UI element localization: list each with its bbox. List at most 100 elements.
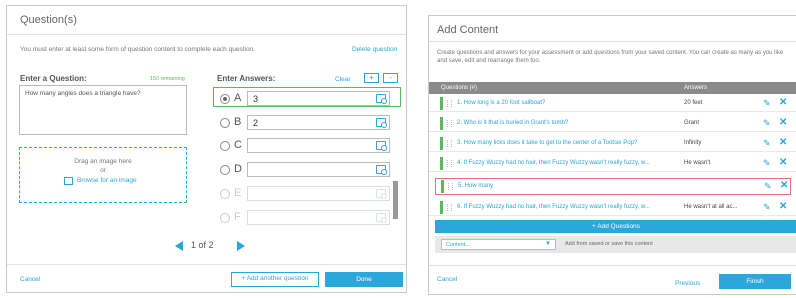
table-row[interactable]: 2. Who is it that is buried in Grant's t… bbox=[429, 116, 796, 132]
image-drop-zone[interactable]: Drag an image here or Browse for an imag… bbox=[19, 147, 187, 203]
answers-scrollbar[interactable] bbox=[393, 181, 398, 219]
add-another-question-button[interactable]: + Add another question bbox=[231, 272, 319, 287]
drag-handle-icon[interactable] bbox=[448, 183, 453, 190]
edit-icon[interactable]: ✎ bbox=[763, 138, 771, 149]
drag-handle-icon[interactable] bbox=[447, 140, 452, 147]
answer-radio[interactable] bbox=[220, 141, 230, 151]
drag-handle-icon[interactable] bbox=[447, 100, 452, 107]
answer-input[interactable] bbox=[247, 186, 390, 201]
drag-handle-icon[interactable] bbox=[447, 204, 452, 211]
finish-button[interactable]: Finish bbox=[719, 274, 791, 289]
delete-question-link[interactable]: Delete question bbox=[352, 46, 397, 53]
row-answer: He wasn't bbox=[684, 160, 711, 166]
delete-icon[interactable]: ✕ bbox=[780, 180, 788, 191]
col-questions: Questions (#) bbox=[441, 85, 478, 91]
row-question[interactable]: 6. If Fuzzy Wuzzy had no hair, then Fuzz… bbox=[457, 204, 650, 210]
cancel-link[interactable]: Cancel bbox=[437, 276, 457, 283]
row-status-bar bbox=[440, 97, 443, 110]
answer-letter: E bbox=[234, 187, 242, 199]
add-image-icon[interactable] bbox=[376, 141, 387, 151]
question-textarea[interactable]: How many angles does a triangle have? bbox=[19, 85, 187, 135]
row-status-bar bbox=[441, 180, 444, 193]
edit-icon[interactable]: ✎ bbox=[763, 118, 771, 129]
row-status-bar bbox=[440, 157, 443, 170]
edit-icon[interactable]: ✎ bbox=[763, 202, 771, 213]
or-text: or bbox=[100, 167, 106, 174]
chevron-down-icon: ▼ bbox=[545, 241, 551, 247]
table-row[interactable]: 1. How long is a 20 foot sailboat? 20 fee… bbox=[429, 96, 796, 112]
divider bbox=[429, 41, 796, 42]
clear-answers-link[interactable]: Clear bbox=[335, 76, 351, 83]
add-questions-button[interactable]: + Add Questions bbox=[435, 220, 796, 233]
edit-icon[interactable]: ✎ bbox=[764, 181, 772, 192]
answer-letter: B bbox=[234, 116, 242, 128]
add-image-icon[interactable] bbox=[376, 118, 387, 128]
drag-handle-icon[interactable] bbox=[447, 120, 452, 127]
row-question[interactable]: 5. How many bbox=[458, 183, 493, 189]
prev-page-icon[interactable] bbox=[175, 241, 183, 251]
delete-icon[interactable]: ✕ bbox=[779, 137, 787, 148]
delete-icon[interactable]: ✕ bbox=[779, 157, 787, 168]
divider bbox=[429, 265, 796, 266]
drag-handle-icon[interactable] bbox=[447, 160, 452, 167]
answer-input[interactable] bbox=[247, 138, 390, 153]
answer-radio[interactable] bbox=[220, 94, 230, 104]
enter-question-label: Enter a Question: bbox=[20, 74, 87, 83]
done-button[interactable]: Done bbox=[325, 272, 403, 287]
table-row[interactable]: 6. If Fuzzy Wuzzy had no hair, then Fuzz… bbox=[429, 200, 796, 216]
answer-letter: D bbox=[234, 163, 242, 175]
remaining-count: 150 remaining bbox=[150, 76, 185, 82]
delete-icon[interactable]: ✕ bbox=[779, 117, 787, 128]
add-image-icon[interactable] bbox=[376, 213, 387, 223]
add-image-icon[interactable] bbox=[376, 94, 387, 104]
edit-icon[interactable]: ✎ bbox=[763, 98, 771, 109]
previous-link[interactable]: Previous bbox=[675, 280, 700, 287]
add-answer-button[interactable]: + bbox=[364, 73, 379, 83]
answer-input[interactable]: 3 bbox=[247, 91, 390, 106]
enter-answers-label: Enter Answers: bbox=[217, 74, 276, 83]
browse-image-link[interactable]: Browse for an image bbox=[77, 177, 137, 184]
add-from-saved-text: Add from saved or save this content bbox=[565, 241, 653, 247]
table-row[interactable]: 3. How many licks does it take to get to… bbox=[429, 136, 796, 152]
answer-letter: F bbox=[234, 211, 241, 223]
panel-title: Add Content bbox=[437, 24, 499, 36]
delete-icon[interactable]: ✕ bbox=[779, 201, 787, 212]
divider bbox=[7, 264, 406, 265]
row-question[interactable]: 1. How long is a 20 foot sailboat? bbox=[457, 100, 545, 106]
image-icon bbox=[64, 177, 73, 185]
row-question[interactable]: 4. If Fuzzy Wuzzy had no hair, then Fuzz… bbox=[457, 160, 650, 166]
answer-input[interactable] bbox=[247, 162, 390, 177]
row-question[interactable]: 2. Who is it that is buried in Grant's t… bbox=[457, 120, 568, 126]
answer-letter: A bbox=[234, 92, 242, 104]
next-page-icon[interactable] bbox=[237, 241, 245, 251]
edit-icon[interactable]: ✎ bbox=[763, 158, 771, 169]
answer-letter: C bbox=[234, 139, 242, 151]
question-editor-panel: Question(s) You must enter at least some… bbox=[6, 5, 407, 293]
add-image-icon[interactable] bbox=[376, 165, 387, 175]
delete-icon[interactable]: ✕ bbox=[779, 97, 787, 108]
page-total: 2 bbox=[208, 240, 214, 250]
content-select[interactable]: Content... ▼ bbox=[441, 239, 556, 250]
row-answer: He wasn't at all ac... bbox=[684, 204, 738, 210]
row-question[interactable]: 3. How many licks does it take to get to… bbox=[457, 140, 637, 146]
content-select-value: Content... bbox=[446, 242, 470, 248]
cancel-link[interactable]: Cancel bbox=[20, 276, 40, 283]
answer-value: 3 bbox=[253, 94, 259, 104]
table-row[interactable]: 4. If Fuzzy Wuzzy had no hair, then Fuzz… bbox=[429, 156, 796, 172]
instructions-text: You must enter at least some form of que… bbox=[20, 46, 255, 53]
answer-radio[interactable] bbox=[220, 165, 230, 175]
add-image-icon[interactable] bbox=[376, 189, 387, 199]
table-row[interactable]: 5. How many ✎ ✕ bbox=[435, 178, 791, 195]
answer-radio[interactable] bbox=[220, 213, 230, 223]
answer-radio[interactable] bbox=[220, 118, 230, 128]
table-header: Questions (#) Answers bbox=[429, 82, 796, 94]
answer-value: 2 bbox=[253, 118, 259, 128]
page-of: of bbox=[198, 240, 207, 250]
answer-input[interactable]: 2 bbox=[247, 115, 390, 130]
row-answer: 20 feet bbox=[684, 100, 703, 106]
row-status-bar bbox=[440, 201, 443, 214]
answer-radio[interactable] bbox=[220, 189, 230, 199]
page-current: 1 bbox=[191, 240, 197, 250]
answer-input[interactable] bbox=[247, 210, 390, 225]
remove-answer-button[interactable]: - bbox=[383, 73, 398, 83]
